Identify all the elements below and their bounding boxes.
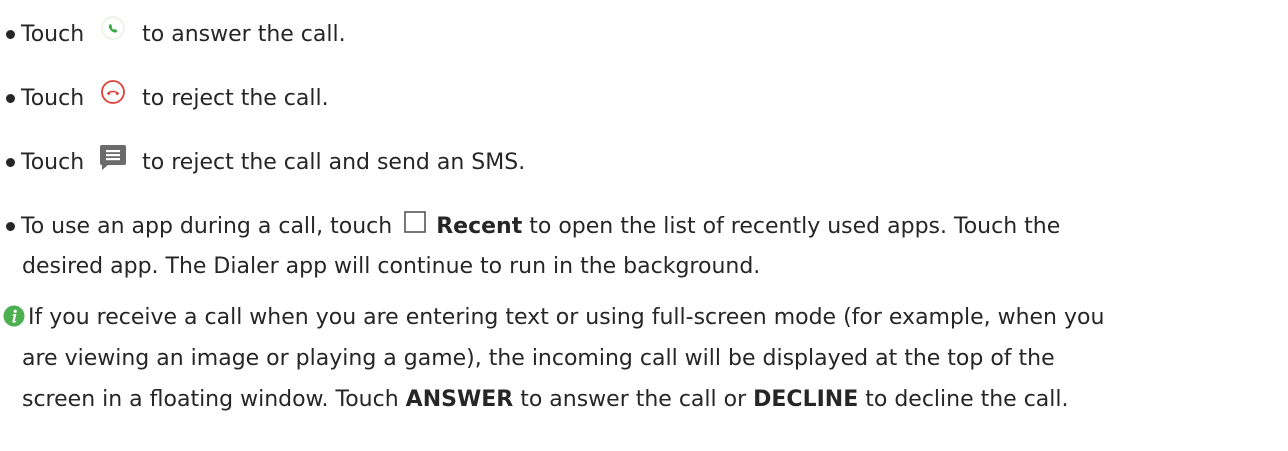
- note-line2: are viewing an image or playing a game),…: [22, 346, 1055, 371]
- list-item-sms: Touch to reject the call and send an SMS…: [6, 145, 1278, 180]
- item-pre-text: Touch: [21, 22, 85, 47]
- recent-square-icon: [399, 210, 429, 236]
- info-icon: [2, 303, 28, 329]
- bullet: [6, 93, 15, 103]
- note-line3-pre: screen in a floating window. Touch: [22, 387, 399, 412]
- item-pre-text: Touch: [21, 86, 85, 111]
- recent-item-line2: desired app. The Dialer app will continu…: [22, 254, 761, 279]
- bullet: [6, 157, 15, 167]
- recent-bold-label: Recent: [436, 214, 523, 239]
- item-post-text: to reject the call.: [142, 86, 329, 111]
- note-line1: If you receive a call when you are enter…: [28, 305, 1105, 330]
- list-item-reject: Touch to reject the call.: [6, 79, 1278, 116]
- note-line3-post: to decline the call.: [865, 387, 1069, 412]
- item-post-text: to answer the call.: [142, 22, 346, 47]
- item-pre-text: Touch: [21, 150, 85, 175]
- list-item-recent: To use an app during a call, touch Recen…: [6, 210, 1278, 244]
- note-line3: screen in a floating window. Touch ANSWE…: [22, 383, 1069, 417]
- answer-bold-label: ANSWER: [405, 387, 514, 412]
- item-post-text: to open the list of recently used apps. …: [529, 214, 1061, 239]
- note-line3-mid: to answer the call or: [520, 387, 747, 412]
- note-line1-row: If you receive a call when you are enter…: [2, 301, 1104, 335]
- message-icon: [91, 142, 135, 172]
- bullet: [6, 221, 15, 231]
- list-item-answer: Touch to answer the call.: [6, 15, 1278, 52]
- answer-call-icon: [91, 15, 135, 43]
- reject-call-icon: [91, 79, 135, 107]
- item-post-text: to reject the call and send an SMS.: [142, 150, 526, 175]
- item-pre-text: To use an app during a call, touch: [21, 214, 393, 239]
- bullet: [6, 29, 15, 39]
- decline-bold-label: DECLINE: [753, 387, 859, 412]
